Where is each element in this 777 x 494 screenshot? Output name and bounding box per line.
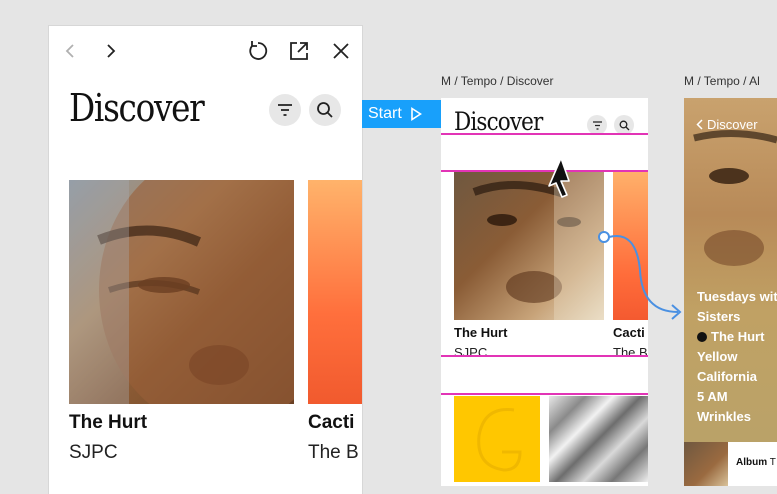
page-title: Discover bbox=[69, 86, 205, 130]
search-icon bbox=[614, 115, 634, 135]
album-cover-image bbox=[454, 172, 604, 320]
chevron-left-icon bbox=[696, 119, 703, 130]
chevron-left-icon[interactable] bbox=[57, 38, 83, 64]
track-item-current: The Hurt bbox=[697, 329, 764, 344]
album-cover-foil bbox=[549, 396, 648, 482]
track-item: Tuesdays wit bbox=[697, 289, 777, 304]
open-external-icon[interactable] bbox=[286, 38, 312, 64]
album-cover-yellow bbox=[454, 396, 540, 482]
restart-icon[interactable] bbox=[245, 38, 271, 64]
album-cover-image-2[interactable] bbox=[308, 180, 362, 404]
preview-toolbar bbox=[49, 26, 362, 78]
back-link[interactable]: Discover bbox=[696, 117, 758, 132]
track-item: Yellow bbox=[697, 349, 738, 364]
track-item: Wrinkles bbox=[697, 409, 751, 424]
filter-icon bbox=[278, 104, 292, 116]
card-title-2: Cacti bbox=[613, 325, 645, 340]
album-thumbnail bbox=[684, 442, 728, 486]
frame-page-title: Discover bbox=[454, 107, 543, 136]
album-label: Album T bbox=[736, 457, 776, 468]
back-label: Discover bbox=[707, 117, 758, 132]
close-icon[interactable] bbox=[328, 38, 354, 64]
filter-button[interactable] bbox=[269, 94, 301, 126]
frame-discover[interactable]: Discover The Hurt SJPC Cacti The B bbox=[441, 98, 648, 486]
card-subtitle-2: The B bbox=[308, 442, 359, 463]
card-title: The Hurt bbox=[454, 325, 508, 340]
frame-label-album[interactable]: M / Tempo / Al bbox=[684, 74, 760, 88]
frame-album[interactable]: Discover Tuesdays wit Sisters The Hurt Y… bbox=[684, 98, 777, 486]
filter-icon bbox=[587, 115, 607, 135]
album-cover-image-2 bbox=[613, 172, 648, 320]
flow-start-badge[interactable]: Start bbox=[362, 100, 442, 128]
album-footer: Album T bbox=[684, 442, 777, 486]
track-item: Sisters bbox=[697, 309, 741, 324]
search-button[interactable] bbox=[309, 94, 341, 126]
track-item: 5 AM bbox=[697, 389, 728, 404]
start-label: Start bbox=[368, 105, 402, 122]
search-icon bbox=[317, 102, 333, 118]
card-subtitle: SJPC bbox=[69, 442, 118, 463]
track-item: California bbox=[697, 369, 757, 384]
now-playing-dot bbox=[697, 332, 707, 342]
prototype-preview: Discover The Hurt SJPC Cacti The B bbox=[49, 26, 362, 494]
album-cover-image[interactable] bbox=[69, 180, 294, 404]
chevron-right-icon[interactable] bbox=[98, 38, 124, 64]
hotspot-row[interactable] bbox=[441, 355, 648, 395]
hotspot-header[interactable] bbox=[441, 133, 648, 172]
card-title-2: Cacti bbox=[308, 412, 355, 433]
frame-label-discover[interactable]: M / Tempo / Discover bbox=[441, 74, 553, 88]
play-icon bbox=[410, 107, 422, 121]
card-title: The Hurt bbox=[69, 412, 148, 433]
